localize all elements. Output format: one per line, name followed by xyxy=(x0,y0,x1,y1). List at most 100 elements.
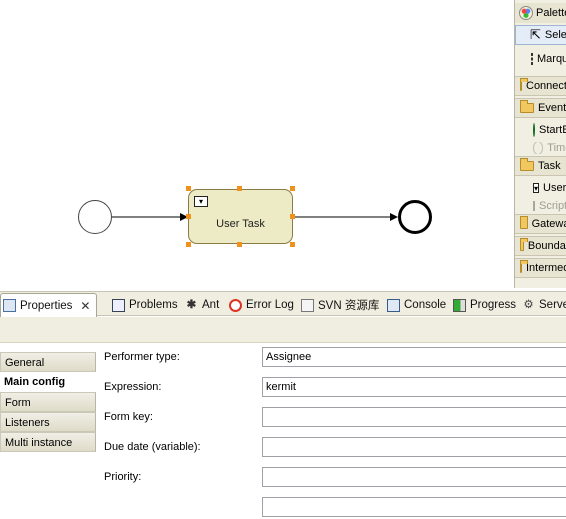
tab-label: Console xyxy=(404,299,447,311)
start-event[interactable] xyxy=(78,200,112,234)
form-row-extra xyxy=(104,497,566,519)
tab-error-log[interactable]: Error Log xyxy=(227,294,294,316)
palette-tool-script-task[interactable]: ScriptTask xyxy=(515,200,566,212)
form-row-performer-type: Performer type: xyxy=(104,347,566,369)
tab-console[interactable]: Console xyxy=(385,294,446,316)
tab-label: Servers xyxy=(539,299,566,311)
close-icon[interactable]: ✕ xyxy=(80,299,90,313)
console-icon xyxy=(387,298,400,312)
user-task-icon: ▾ xyxy=(533,183,540,193)
resize-handle-s[interactable] xyxy=(237,242,242,247)
diagram-canvas[interactable]: ▾ User Task xyxy=(0,0,514,288)
tab-svn-repository[interactable]: SVN 资源库 xyxy=(299,294,379,316)
progress-icon xyxy=(453,298,466,312)
palette-tool-label: UserTask xyxy=(543,182,566,194)
palette-title: Palette xyxy=(536,7,566,19)
palette-tool-select[interactable]: ⇱ Select xyxy=(515,25,566,45)
palette-tool-label: StartEvent xyxy=(539,124,566,136)
sequence-flows xyxy=(112,213,398,221)
script-task-icon xyxy=(533,201,535,211)
marquee-select-icon xyxy=(531,53,533,65)
resize-handle-se[interactable] xyxy=(290,242,295,247)
tab-label: Error Log xyxy=(246,299,294,311)
palette-tool-user-task[interactable]: ▾ UserTask xyxy=(515,178,566,198)
palette-drawer-label: Gateway xyxy=(531,218,566,230)
user-task-node[interactable]: ▾ User Task xyxy=(188,189,293,244)
palette-tool-marquee[interactable]: Marquee xyxy=(515,49,566,69)
form-row-due-date: Due date (variable): xyxy=(104,437,566,459)
palette-drawer-label: Task xyxy=(538,160,561,172)
start-event-icon xyxy=(533,123,535,137)
resize-handle-w[interactable] xyxy=(186,214,191,219)
tab-servers[interactable]: ⚙ Servers xyxy=(520,294,566,316)
properties-sidebar: General Main config Form Listeners Multi… xyxy=(0,352,96,452)
palette-drawer-events[interactable]: Events xyxy=(515,98,566,118)
expression-label: Expression: xyxy=(104,381,162,393)
end-event[interactable] xyxy=(398,200,432,234)
tab-ant[interactable]: ✱ Ant xyxy=(183,294,220,316)
sidebar-item-form[interactable]: Form xyxy=(0,392,96,412)
palette-drawer-boundary[interactable]: Boundary xyxy=(515,236,566,256)
folder-icon xyxy=(520,78,528,91)
tab-progress[interactable]: Progress xyxy=(451,294,516,316)
form-row-form-key: Form key: xyxy=(104,407,566,429)
properties-title-bar xyxy=(0,317,566,343)
performer-type-field[interactable] xyxy=(262,347,566,367)
tab-label: Ant xyxy=(202,299,220,311)
tab-problems[interactable]: Problems xyxy=(110,294,178,316)
arrow-pointer-icon: ⇱ xyxy=(530,27,541,42)
user-task-icon: ▾ xyxy=(194,196,208,207)
palette-drawer-label: Intermediate xyxy=(526,262,566,274)
tab-label: Properties xyxy=(20,299,73,312)
timer-icon xyxy=(533,142,544,154)
due-date-label: Due date (variable): xyxy=(104,441,201,453)
resize-handle-nw[interactable] xyxy=(186,186,191,191)
folder-icon xyxy=(520,158,534,171)
form-key-field[interactable] xyxy=(262,407,566,427)
user-task-label: User Task xyxy=(216,218,265,230)
due-date-field[interactable] xyxy=(262,437,566,457)
sidebar-item-general[interactable]: General xyxy=(0,352,96,372)
tab-label: Problems xyxy=(129,299,178,311)
palette-drawer-label: Connections xyxy=(526,80,566,92)
resize-handle-sw[interactable] xyxy=(186,242,191,247)
palette-drawer-intermediate[interactable]: Intermediate xyxy=(515,258,566,278)
properties-view: General Main config Form Listeners Multi… xyxy=(0,344,566,517)
extra-field[interactable] xyxy=(262,497,566,517)
palette-drawer-task[interactable]: Task xyxy=(515,156,566,176)
resize-handle-ne[interactable] xyxy=(290,186,295,191)
expression-field[interactable] xyxy=(262,377,566,397)
priority-field[interactable] xyxy=(262,467,566,487)
folder-icon xyxy=(520,238,528,251)
svn-repository-icon xyxy=(301,298,314,312)
form-row-priority: Priority: xyxy=(104,467,566,489)
tab-properties[interactable]: Properties ✕ xyxy=(0,293,98,317)
tab-label: SVN 资源库 xyxy=(318,300,380,312)
performer-type-label: Performer type: xyxy=(104,351,180,363)
folder-icon xyxy=(520,100,534,113)
palette-tool-label: Marquee xyxy=(537,53,566,65)
sidebar-item-listeners[interactable]: Listeners xyxy=(0,412,96,432)
palette-header[interactable]: Palette xyxy=(515,3,566,23)
folder-icon xyxy=(520,260,528,273)
palette-tool-label: Select xyxy=(544,29,566,41)
palette-tool-label: ScriptTask xyxy=(539,200,566,212)
palette-icon xyxy=(519,6,533,20)
form-row-expression: Expression: xyxy=(104,377,566,399)
palette-tool-start-event[interactable]: StartEvent xyxy=(515,120,566,140)
ant-icon: ✱ xyxy=(186,298,197,311)
palette-tool-timer[interactable]: Timer xyxy=(515,142,566,154)
tab-label: Progress xyxy=(470,299,517,311)
servers-icon: ⚙ xyxy=(523,298,534,311)
resize-handle-e[interactable] xyxy=(290,214,295,219)
palette-drawer-gateway[interactable]: Gateway xyxy=(515,214,566,234)
flow-arrowhead xyxy=(390,213,398,221)
properties-icon xyxy=(3,299,16,312)
resize-handle-n[interactable] xyxy=(237,186,242,191)
palette: Palette ⇱ Select Marquee Connections Eve… xyxy=(514,0,566,288)
sidebar-item-main-config[interactable]: Main config xyxy=(0,372,96,392)
palette-drawer-connections[interactable]: Connections xyxy=(515,76,566,96)
palette-drawer-label: Events xyxy=(538,102,566,114)
palette-drawer-label: Boundary xyxy=(527,240,566,252)
sidebar-item-multi-instance[interactable]: Multi instance xyxy=(0,432,96,452)
